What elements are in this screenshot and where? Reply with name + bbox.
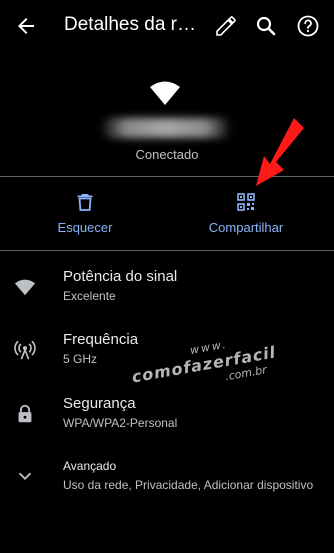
antenna-icon [14, 340, 36, 360]
wifi-icon [150, 81, 180, 105]
detail-title: Avançado [63, 459, 117, 473]
share-label: Compartilhar [208, 220, 284, 235]
network-name-blurred [100, 118, 232, 138]
share-button[interactable]: Compartilhar [171, 192, 321, 235]
detail-row-signal: Potência do sinal Excelente [0, 268, 334, 316]
divider [0, 250, 334, 251]
help-icon[interactable] [296, 14, 320, 38]
page-title: Detalhes da rede [64, 14, 202, 35]
detail-value: WPA/WPA2-Personal [63, 416, 178, 430]
detail-row-security: Segurança WPA/WPA2-Personal [0, 395, 334, 443]
detail-value: Uso da rede, Privacidade, Adicionar disp… [63, 478, 314, 492]
app-bar: Detalhes da rede [0, 0, 334, 52]
lock-icon [18, 404, 32, 423]
search-icon[interactable] [254, 14, 278, 38]
wifi-icon [14, 279, 36, 296]
advanced-row[interactable]: Avançado Uso da rede, Privacidade, Adici… [0, 457, 334, 505]
detail-title: Frequência [63, 331, 139, 348]
pencil-icon[interactable] [214, 14, 238, 38]
arrow-left-icon[interactable] [14, 14, 38, 38]
detail-title: Segurança [63, 395, 136, 412]
detail-title: Potência do sinal [63, 268, 178, 285]
red-arrow-annotation [256, 118, 304, 186]
trash-icon [77, 194, 93, 211]
forget-label: Esquecer [57, 220, 113, 235]
chevron-down-icon [18, 472, 32, 481]
detail-value: Excelente [63, 289, 116, 303]
forget-button[interactable]: Esquecer [10, 192, 160, 235]
qr-code-icon [237, 193, 255, 211]
